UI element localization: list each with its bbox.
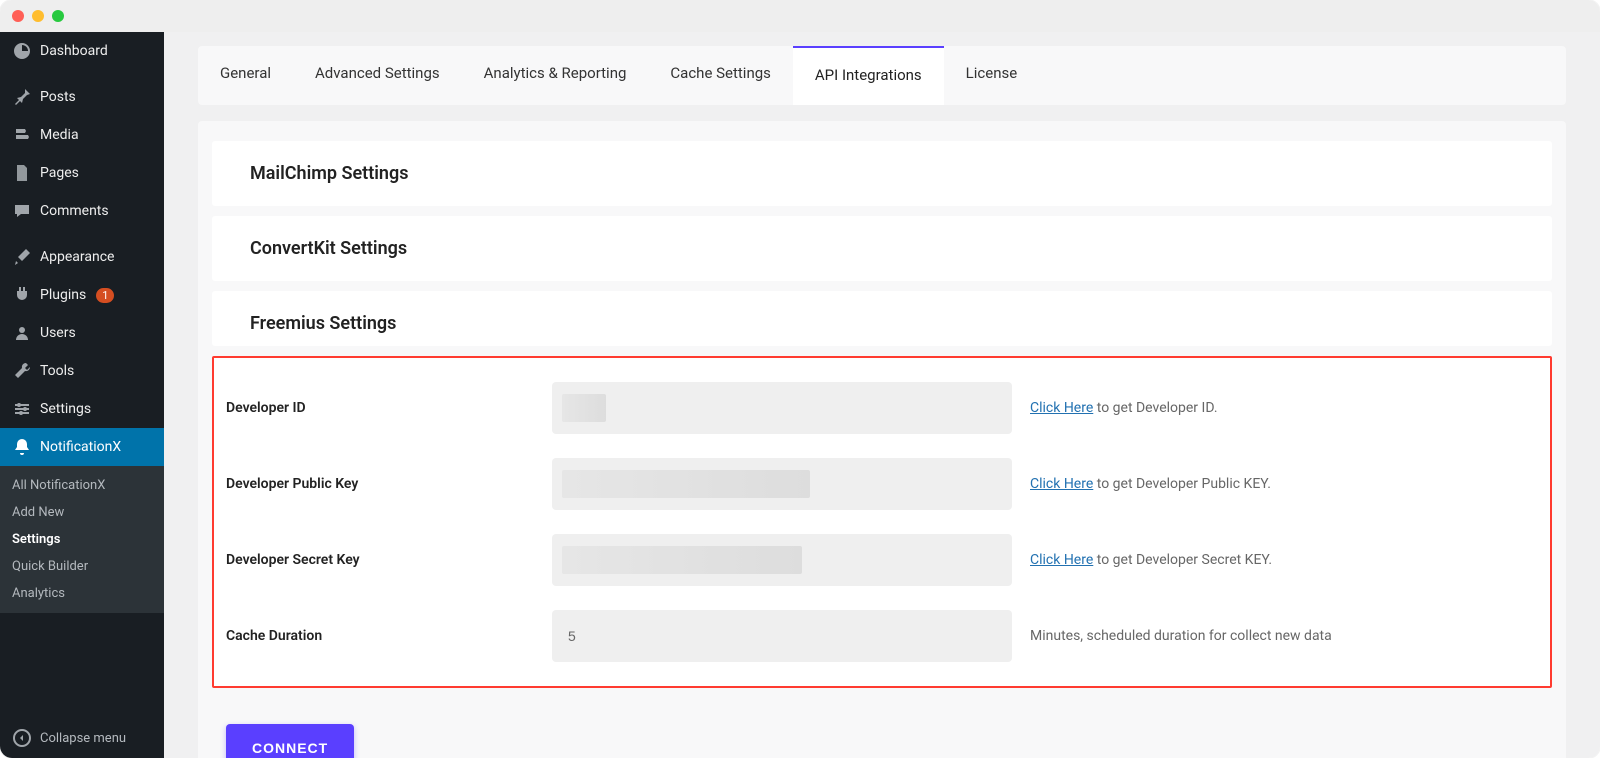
section-title-mailchimp: MailChimp Settings (250, 163, 1514, 184)
field-row-cache-duration: Cache Duration Minutes, scheduled durati… (222, 598, 1542, 674)
submenu-all-notificationx[interactable]: All NotificationX (0, 472, 164, 499)
sidebar-item-label: Comments (40, 203, 109, 219)
field-row-developer-public-key: Developer Public Key Click Here to get D… (222, 446, 1542, 522)
sidebar-item-label: Pages (40, 165, 79, 181)
field-control (552, 610, 1012, 662)
submenu-quick-builder[interactable]: Quick Builder (0, 553, 164, 580)
sidebar-item-tools[interactable]: Tools (0, 352, 164, 390)
tab-api-integrations[interactable]: API Integrations (793, 46, 944, 105)
click-here-link-developer-id[interactable]: Click Here (1030, 400, 1093, 416)
media-icon (12, 125, 32, 145)
plugin-icon (12, 285, 32, 305)
section-title-convertkit: ConvertKit Settings (250, 238, 1514, 259)
sidebar-item-comments[interactable]: Comments (0, 192, 164, 230)
bell-icon (12, 437, 32, 457)
brush-icon (12, 247, 32, 267)
sidebar-item-label: Appearance (40, 249, 114, 265)
sidebar-item-label: Users (40, 325, 76, 341)
sidebar-item-label: Posts (40, 89, 76, 105)
click-here-link-developer-secret-key[interactable]: Click Here (1030, 552, 1093, 568)
api-integrations-panel: MailChimp Settings ConvertKit Settings F… (198, 121, 1566, 758)
sidebar-item-appearance[interactable]: Appearance (0, 238, 164, 276)
sidebar-item-label: Plugins (40, 287, 86, 303)
freemius-fields-highlight: Developer ID Click Here to get Developer… (212, 356, 1552, 688)
sidebar-item-users[interactable]: Users (0, 314, 164, 352)
field-label-developer-public-key: Developer Public Key (222, 476, 552, 492)
field-hint-developer-public-key: Click Here to get Developer Public KEY. (1012, 476, 1542, 492)
tab-analytics-reporting[interactable]: Analytics & Reporting (462, 46, 649, 105)
tab-cache-settings[interactable]: Cache Settings (648, 46, 792, 105)
sliders-icon (12, 399, 32, 419)
sidebar-item-label: Tools (40, 363, 74, 379)
developer-secret-key-input[interactable] (552, 534, 1012, 586)
field-hint-cache-duration: Minutes, scheduled duration for collect … (1012, 628, 1542, 644)
wrench-icon (12, 361, 32, 381)
sidebar-submenu: All NotificationX Add New Settings Quick… (0, 466, 164, 613)
tab-license[interactable]: License (944, 46, 1040, 105)
submenu-settings[interactable]: Settings (0, 526, 164, 553)
settings-tabs: General Advanced Settings Analytics & Re… (198, 46, 1566, 105)
field-hint-developer-secret-key: Click Here to get Developer Secret KEY. (1012, 552, 1542, 568)
tab-general[interactable]: General (198, 46, 293, 105)
field-control (552, 458, 1012, 510)
cache-duration-input[interactable] (552, 610, 1012, 662)
field-label-cache-duration: Cache Duration (222, 628, 552, 644)
sidebar-item-label: Dashboard (40, 43, 108, 59)
field-control (552, 382, 1012, 434)
collapse-menu-label: Collapse menu (40, 731, 126, 746)
sidebar-item-label: NotificationX (40, 439, 121, 455)
sidebar-item-label: Settings (40, 401, 91, 417)
submenu-analytics[interactable]: Analytics (0, 580, 164, 607)
sidebar-item-notificationx[interactable]: NotificationX (0, 428, 164, 466)
window-close-dot[interactable] (12, 10, 24, 22)
connect-button[interactable]: CONNECT (226, 724, 354, 758)
section-title-freemius: Freemius Settings (250, 313, 1514, 334)
sidebar-item-posts[interactable]: Posts (0, 78, 164, 116)
plugins-update-badge: 1 (96, 288, 114, 303)
field-control (552, 534, 1012, 586)
field-row-developer-id: Developer ID Click Here to get Developer… (222, 370, 1542, 446)
window-title-bar (0, 0, 1600, 32)
field-label-developer-secret-key: Developer Secret Key (222, 552, 552, 568)
section-freemius[interactable]: Freemius Settings (212, 291, 1552, 346)
tab-advanced-settings[interactable]: Advanced Settings (293, 46, 462, 105)
comment-icon (12, 201, 32, 221)
submenu-add-new[interactable]: Add New (0, 499, 164, 526)
sidebar-item-dashboard[interactable]: Dashboard (0, 32, 164, 70)
field-hint-developer-id: Click Here to get Developer ID. (1012, 400, 1542, 416)
click-here-link-developer-public-key[interactable]: Click Here (1030, 476, 1093, 492)
admin-sidebar: Dashboard Posts Media Pages Comments (0, 32, 164, 758)
sidebar-item-pages[interactable]: Pages (0, 154, 164, 192)
window-maximize-dot[interactable] (52, 10, 64, 22)
collapse-menu-button[interactable]: Collapse menu (0, 718, 164, 758)
section-mailchimp[interactable]: MailChimp Settings (212, 141, 1552, 206)
main-content: General Advanced Settings Analytics & Re… (164, 32, 1600, 758)
sidebar-item-settings[interactable]: Settings (0, 390, 164, 428)
developer-public-key-input[interactable] (552, 458, 1012, 510)
field-row-developer-secret-key: Developer Secret Key Click Here to get D… (222, 522, 1542, 598)
dashboard-icon (12, 41, 32, 61)
page-icon (12, 163, 32, 183)
section-convertkit[interactable]: ConvertKit Settings (212, 216, 1552, 281)
window-minimize-dot[interactable] (32, 10, 44, 22)
sidebar-item-media[interactable]: Media (0, 116, 164, 154)
developer-id-input[interactable] (552, 382, 1012, 434)
user-icon (12, 323, 32, 343)
sidebar-item-label: Media (40, 127, 79, 143)
sidebar-item-plugins[interactable]: Plugins 1 (0, 276, 164, 314)
collapse-icon (12, 728, 32, 748)
pin-icon (12, 87, 32, 107)
field-label-developer-id: Developer ID (222, 400, 552, 416)
